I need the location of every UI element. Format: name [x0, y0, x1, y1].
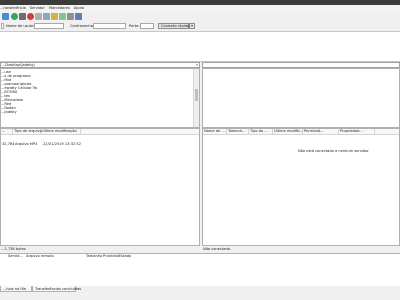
- search-icon[interactable]: [75, 13, 82, 20]
- column-header[interactable]: Permissõ...: [303, 129, 339, 134]
- menu-transfer[interactable]: ...ransferência: [0, 5, 26, 12]
- cancel-icon[interactable]: [27, 13, 34, 20]
- message-log: [0, 32, 400, 62]
- local-path-text: ...Desktop\Jadeby\: [2, 63, 35, 67]
- filter-icon[interactable]: [51, 13, 58, 20]
- column-header[interactable]: Última modificação: [41, 129, 81, 134]
- column-header[interactable]: Propriedad...: [339, 129, 375, 134]
- column-header[interactable]: Tipo do ...: [249, 129, 273, 134]
- column-header[interactable]: Prioridad: [103, 254, 119, 259]
- file-type: Arquivo MP4: [15, 142, 38, 146]
- disconnect-icon[interactable]: [35, 13, 42, 20]
- file-modified: 22/01/2019 13:32:52: [43, 142, 81, 146]
- compare-icon[interactable]: [59, 13, 66, 20]
- menu-bar: ...ransferência Servidor Marcadores Ajuda: [0, 5, 400, 12]
- table-row[interactable]: 32,784 Arquivo MP4 22/01/2019 13:32:52: [1, 142, 199, 146]
- quickconnect-bar: Nome de usuário: Contrasenha: Porta: Con…: [0, 22, 400, 32]
- host-field[interactable]: [1, 23, 4, 29]
- menu-server[interactable]: Servidor: [30, 5, 45, 12]
- column-header[interactable]: Tipo de arquivo: [13, 129, 42, 134]
- remote-list-header: Nome de ... Tamanh... Tipo do ... Última…: [203, 129, 399, 135]
- password-label: Contrasenha:: [70, 24, 95, 28]
- column-header[interactable]: ...: [1, 129, 13, 134]
- column-header[interactable]: Servid...: [8, 254, 23, 259]
- refresh-icon[interactable]: [11, 13, 18, 20]
- port-field[interactable]: [140, 23, 154, 29]
- username-field[interactable]: [34, 23, 64, 29]
- toolbar: [0, 12, 400, 22]
- process-queue-icon[interactable]: [19, 13, 26, 20]
- local-directory-tree: ...use ...s de programa ...ftist ...gram…: [0, 68, 200, 128]
- column-header[interactable]: Estado: [119, 254, 131, 259]
- quickconnect-button[interactable]: Conexão rápida: [158, 23, 189, 29]
- empty-message: Não está conectado a nenhum servidor: [298, 149, 369, 153]
- column-header[interactable]: Tamanho: [86, 254, 102, 259]
- column-header[interactable]: Arquivo remoto: [26, 254, 54, 259]
- local-status-text: ...2,738 bytes: [1, 246, 200, 253]
- reconnect-icon[interactable]: [43, 13, 50, 20]
- queue-tabs: ...ivos na fila Transferências concluída…: [0, 286, 400, 293]
- chevron-down-icon[interactable]: ▾: [195, 63, 199, 67]
- menu-help[interactable]: Ajuda: [74, 5, 84, 12]
- local-file-list: ... Tipo de arquivo Última modificação 3…: [0, 128, 200, 246]
- tab-queued-files[interactable]: ...ivos na fila: [0, 286, 32, 292]
- password-field[interactable]: [93, 23, 126, 29]
- sync-browse-icon[interactable]: [67, 13, 74, 20]
- local-tree-scrollbar[interactable]: [193, 69, 199, 127]
- column-header[interactable]: Tamanh...: [227, 129, 249, 134]
- bottom-status-bar: [0, 293, 400, 300]
- remote-directory-tree: [202, 68, 400, 128]
- tab-completed-transfers[interactable]: Transferências concluídas: [32, 286, 81, 292]
- connect-icon[interactable]: [2, 13, 9, 20]
- port-label: Porta:: [129, 24, 140, 28]
- column-header[interactable]: Nome de ...: [203, 129, 227, 134]
- remote-file-list: Nome de ... Tamanh... Tipo do ... Última…: [202, 128, 400, 246]
- local-list-header: ... Tipo de arquivo Última modificação: [1, 129, 199, 135]
- remote-status-text: Não conectado.: [203, 246, 400, 253]
- queue-header: Servid... Arquivo remoto Tamanho Priorid…: [0, 254, 400, 259]
- quickconnect-dropdown-icon[interactable]: ▾: [189, 23, 195, 29]
- column-header[interactable]: Última modific...: [273, 129, 304, 134]
- menu-bookmarks[interactable]: Marcadores: [49, 5, 70, 12]
- tree-item[interactable]: ...Jadeby: [1, 110, 199, 114]
- empty-state: Não está conectado a nenhum servidor: [203, 149, 399, 153]
- file-size: 32,784: [2, 142, 15, 146]
- transfer-queue: Servid... Arquivo remoto Tamanho Priorid…: [0, 253, 400, 287]
- scroll-thumb[interactable]: [195, 89, 198, 101]
